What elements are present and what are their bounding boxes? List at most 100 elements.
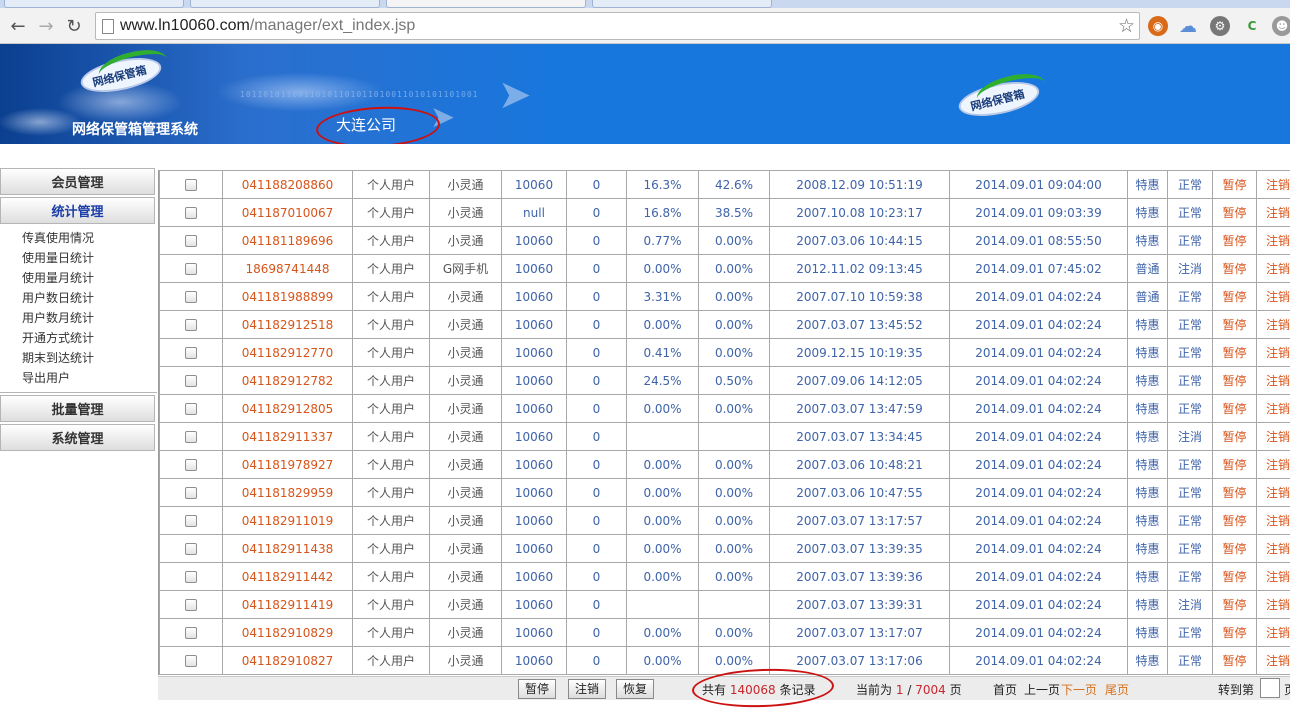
submenu-activation-method[interactable]: 开通方式统计 xyxy=(0,328,157,348)
forward-arrow-icon[interactable]: → xyxy=(34,14,58,38)
menu-system-management[interactable]: 系统管理 xyxy=(0,424,155,451)
prev-page-link[interactable]: 上一页 xyxy=(1024,681,1060,698)
cell-cancel-link[interactable]: 注销 xyxy=(1256,590,1290,619)
cell-cancel-link[interactable]: 注销 xyxy=(1256,422,1290,451)
menu-statistics-management[interactable]: 统计管理 xyxy=(0,197,155,224)
cell-cancel-link[interactable]: 注销 xyxy=(1256,254,1290,283)
cell-phone-number[interactable]: 041182912770 xyxy=(222,338,353,367)
cell-cancel-link[interactable]: 注销 xyxy=(1256,394,1290,423)
cell-cancel-link[interactable]: 注销 xyxy=(1256,226,1290,255)
cell-phone-number[interactable]: 041182912805 xyxy=(222,394,353,423)
cell-cancel-link[interactable]: 注销 xyxy=(1256,310,1290,339)
row-checkbox[interactable] xyxy=(185,375,197,387)
submenu-fax-usage[interactable]: 传真使用情况 xyxy=(0,228,157,248)
cell-pause-link[interactable]: 暂停 xyxy=(1212,478,1257,507)
cell-phone-number[interactable]: 041182911419 xyxy=(222,590,353,619)
extension-cloud-icon[interactable]: ☁ xyxy=(1178,16,1198,37)
row-checkbox[interactable] xyxy=(185,347,197,359)
cell-pause-link[interactable]: 暂停 xyxy=(1212,534,1257,563)
cell-phone-number[interactable]: 041182911438 xyxy=(222,534,353,563)
pause-button[interactable]: 暂停 xyxy=(518,679,557,699)
cell-phone-number[interactable]: 041188208860 xyxy=(222,170,353,199)
submenu-daily-users[interactable]: 用户数日统计 xyxy=(0,288,157,308)
goto-page-input[interactable] xyxy=(1260,678,1280,698)
cell-cancel-link[interactable]: 注销 xyxy=(1256,506,1290,535)
row-checkbox[interactable] xyxy=(185,431,197,443)
cell-pause-link[interactable]: 暂停 xyxy=(1212,618,1257,647)
cell-pause-link[interactable]: 暂停 xyxy=(1212,422,1257,451)
cell-pause-link[interactable]: 暂停 xyxy=(1212,590,1257,619)
extension-c-icon[interactable]: C xyxy=(1242,16,1262,36)
browser-tab-active[interactable] xyxy=(386,0,586,8)
first-page-link[interactable]: 首页 xyxy=(993,681,1017,698)
cell-phone-number[interactable]: 041182911019 xyxy=(222,506,353,535)
extension-profile-icon[interactable]: ☻ xyxy=(1272,16,1290,36)
row-checkbox[interactable] xyxy=(185,319,197,331)
back-arrow-icon[interactable]: ← xyxy=(6,14,30,38)
last-page-link[interactable]: 尾页 xyxy=(1105,681,1129,698)
cell-phone-number[interactable]: 041181829959 xyxy=(222,478,353,507)
extension-gear-icon[interactable]: ⚙ xyxy=(1210,16,1230,36)
cell-phone-number[interactable]: 041182910827 xyxy=(222,646,353,675)
menu-member-management[interactable]: 会员管理 xyxy=(0,168,155,195)
cell-phone-number[interactable]: 041182911337 xyxy=(222,422,353,451)
row-checkbox[interactable] xyxy=(185,235,197,247)
submenu-monthly-users[interactable]: 用户数月统计 xyxy=(0,308,157,328)
row-checkbox[interactable] xyxy=(185,543,197,555)
cell-cancel-link[interactable]: 注销 xyxy=(1256,534,1290,563)
row-checkbox[interactable] xyxy=(185,291,197,303)
cell-phone-number[interactable]: 041181978927 xyxy=(222,450,353,479)
browser-tab[interactable] xyxy=(4,0,184,8)
cell-pause-link[interactable]: 暂停 xyxy=(1212,338,1257,367)
cell-pause-link[interactable]: 暂停 xyxy=(1212,366,1257,395)
cell-cancel-link[interactable]: 注销 xyxy=(1256,282,1290,311)
cell-phone-number[interactable]: 041181988899 xyxy=(222,282,353,311)
next-page-link[interactable]: 下一页 xyxy=(1061,681,1097,698)
cell-phone-number[interactable]: 041187010067 xyxy=(222,198,353,227)
restore-button[interactable]: 恢复 xyxy=(616,679,655,699)
row-checkbox[interactable] xyxy=(185,571,197,583)
cell-cancel-link[interactable]: 注销 xyxy=(1256,646,1290,675)
cell-pause-link[interactable]: 暂停 xyxy=(1212,450,1257,479)
menu-batch-management[interactable]: 批量管理 xyxy=(0,395,155,422)
extension-globe-icon[interactable]: ◉ xyxy=(1148,16,1168,36)
cell-cancel-link[interactable]: 注销 xyxy=(1256,198,1290,227)
row-checkbox[interactable] xyxy=(185,403,197,415)
cell-pause-link[interactable]: 暂停 xyxy=(1212,198,1257,227)
cell-cancel-link[interactable]: 注销 xyxy=(1256,170,1290,199)
row-checkbox[interactable] xyxy=(185,207,197,219)
row-checkbox[interactable] xyxy=(185,487,197,499)
cell-pause-link[interactable]: 暂停 xyxy=(1212,562,1257,591)
browser-tab[interactable] xyxy=(190,0,380,8)
cell-phone-number[interactable]: 041182910829 xyxy=(222,618,353,647)
submenu-monthly-usage[interactable]: 使用量月统计 xyxy=(0,268,157,288)
cell-cancel-link[interactable]: 注销 xyxy=(1256,478,1290,507)
cell-pause-link[interactable]: 暂停 xyxy=(1212,254,1257,283)
row-checkbox[interactable] xyxy=(185,515,197,527)
row-checkbox[interactable] xyxy=(185,263,197,275)
submenu-export-users[interactable]: 导出用户 xyxy=(0,368,157,388)
cell-pause-link[interactable]: 暂停 xyxy=(1212,170,1257,199)
cell-pause-link[interactable]: 暂停 xyxy=(1212,394,1257,423)
row-checkbox[interactable] xyxy=(185,655,197,667)
cell-phone-number[interactable]: 041182911442 xyxy=(222,562,353,591)
cell-pause-link[interactable]: 暂停 xyxy=(1212,226,1257,255)
cell-phone-number[interactable]: 041182912782 xyxy=(222,366,353,395)
cancel-button[interactable]: 注销 xyxy=(568,679,607,699)
row-checkbox[interactable] xyxy=(185,459,197,471)
cell-pause-link[interactable]: 暂停 xyxy=(1212,506,1257,535)
browser-tab[interactable] xyxy=(592,0,772,8)
row-checkbox[interactable] xyxy=(185,599,197,611)
cell-phone-number[interactable]: 18698741448 xyxy=(222,254,353,283)
bookmark-star-icon[interactable]: ☆ xyxy=(1118,15,1135,37)
cell-phone-number[interactable]: 041181189696 xyxy=(222,226,353,255)
row-checkbox[interactable] xyxy=(185,179,197,191)
cell-cancel-link[interactable]: 注销 xyxy=(1256,562,1290,591)
cell-pause-link[interactable]: 暂停 xyxy=(1212,646,1257,675)
cell-cancel-link[interactable]: 注销 xyxy=(1256,366,1290,395)
reload-icon[interactable]: ↻ xyxy=(62,14,86,38)
submenu-daily-usage[interactable]: 使用量日统计 xyxy=(0,248,157,268)
cell-pause-link[interactable]: 暂停 xyxy=(1212,282,1257,311)
cell-cancel-link[interactable]: 注销 xyxy=(1256,618,1290,647)
cell-cancel-link[interactable]: 注销 xyxy=(1256,450,1290,479)
